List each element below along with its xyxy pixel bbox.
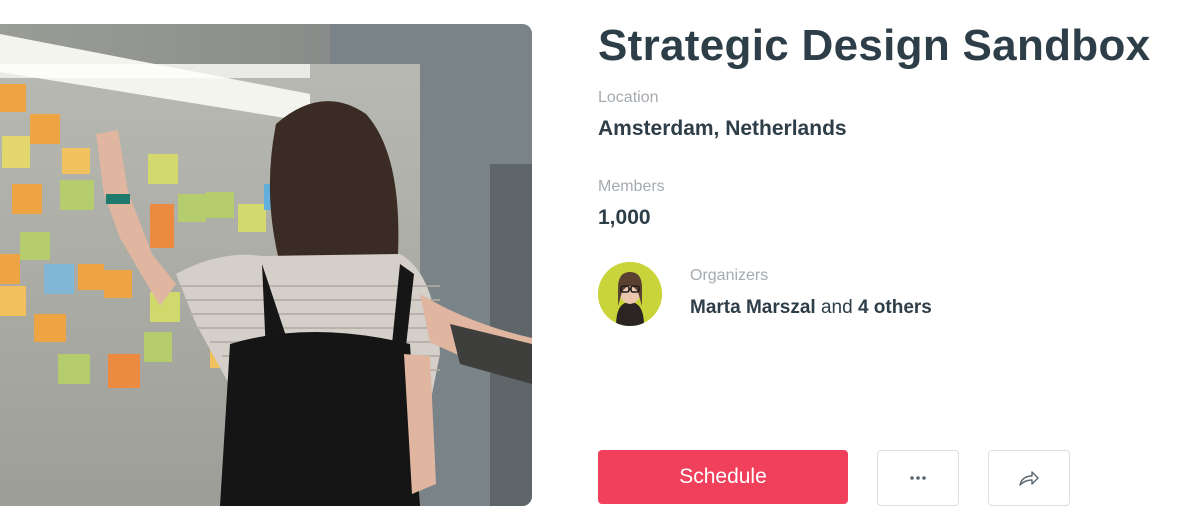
location-block: Location Amsterdam, Netherlands <box>598 88 847 142</box>
organizer-name-link[interactable]: Marta Marszal <box>690 297 816 318</box>
members-value[interactable]: 1,000 <box>598 205 665 231</box>
group-photo <box>0 24 532 506</box>
organizers-others-link[interactable]: 4 others <box>858 297 932 318</box>
group-info: Strategic Design Sandbox Location Amster… <box>598 20 1198 326</box>
organizer-avatar[interactable] <box>598 262 662 326</box>
schedule-button[interactable]: Schedule <box>598 450 848 504</box>
members-block: Members 1,000 <box>598 177 665 231</box>
organizers-line: Marta Marszal and 4 others <box>690 296 932 320</box>
more-options-button[interactable] <box>877 450 959 506</box>
ellipsis-icon <box>910 476 926 480</box>
organizers-label: Organizers <box>690 267 769 284</box>
members-label: Members <box>598 178 665 195</box>
group-title: Strategic Design Sandbox <box>598 21 1151 70</box>
share-arrow-icon <box>1019 471 1039 486</box>
location-label: Location <box>598 89 659 106</box>
share-button[interactable] <box>988 450 1070 506</box>
organizer-photo <box>598 262 662 326</box>
group-hero-image <box>0 24 532 506</box>
organizers-text: Organizers Marta Marszal and 4 others <box>690 266 932 320</box>
location-value[interactable]: Amsterdam, Netherlands <box>598 116 847 142</box>
organizers-connector: and <box>815 297 858 318</box>
organizers-block: Organizers Marta Marszal and 4 others <box>598 262 1198 328</box>
